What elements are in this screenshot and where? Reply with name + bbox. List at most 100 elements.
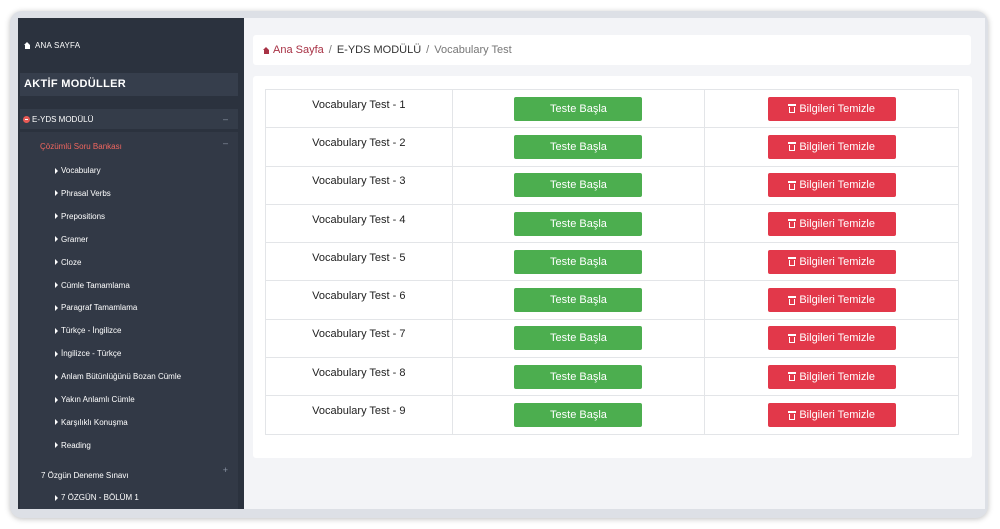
sidebar-item[interactable]: Reading: [55, 441, 91, 450]
caret-right-icon: [55, 236, 58, 243]
clear-cell: Bilgileri Temizle: [704, 165, 959, 205]
sidebar-module-label: E-YDS MODÜLÜ: [32, 114, 94, 124]
caret-right-icon: [55, 442, 58, 449]
caret-right-icon: [55, 494, 58, 501]
caret-right-icon: [55, 213, 58, 220]
sidebar-item[interactable]: Gramer: [55, 235, 88, 244]
caret-right-icon: [55, 419, 58, 426]
sidebar-item-label: Cloze: [61, 257, 82, 267]
tests-card: Vocabulary Test - 1 Teste Başla Bilgileri …: [253, 76, 972, 458]
trash-icon: [788, 257, 797, 267]
clear-data-label: Bilgileri Temizle: [799, 179, 875, 192]
start-test-button[interactable]: Teste Başla: [514, 211, 643, 236]
caret-right-icon: [55, 282, 58, 288]
caret-right-icon: [55, 304, 58, 311]
sidebar-item-label: Paragraf Tamamlama: [61, 303, 138, 313]
home-icon: [24, 42, 31, 49]
trash-icon: [788, 219, 797, 229]
sidebar-item[interactable]: Phrasal Verbs: [55, 189, 111, 198]
clear-cell: Bilgileri Temizle: [704, 318, 959, 359]
app-window: ANA SAYFA AKTİF MODÜLLER E-YDS MODÜLÜ – …: [18, 18, 985, 509]
table-row: Vocabulary Test - 4 Teste Başla Bilgileri …: [265, 203, 959, 244]
clear-cell: Bilgileri Temizle: [704, 357, 959, 397]
breadcrumb-module[interactable]: E-YDS MODÜLÜ: [337, 44, 421, 56]
start-test-button[interactable]: Teste Başla: [514, 173, 643, 198]
main-content: Ana Sayfa / E-YDS MODÜLÜ / Vocabulary Te…: [244, 18, 985, 509]
breadcrumb-home[interactable]: Ana Sayfa: [263, 44, 324, 56]
sidebar-item[interactable]: Türkçe - İngilizce: [55, 326, 121, 335]
test-name: Vocabulary Test - 7: [265, 318, 453, 359]
sidebar-item-label: Yakın Anlamlı Cümle: [61, 395, 135, 404]
sidebar-item[interactable]: Cloze: [55, 258, 81, 267]
start-cell: Teste Başla: [451, 127, 706, 167]
sidebar-item-label: Gramer: [61, 234, 89, 244]
clear-cell: Bilgileri Temizle: [704, 242, 959, 282]
sidebar-item-label: Prepositions: [61, 211, 106, 221]
sidebar-item[interactable]: İngilizce - Türkçe: [55, 349, 121, 358]
breadcrumb-home-label: Ana Sayfa: [273, 44, 324, 56]
sidebar-item[interactable]: Yakın Anlamlı Cümle: [55, 395, 135, 404]
start-cell: Teste Başla: [451, 242, 706, 282]
test-name: Vocabulary Test - 9: [265, 395, 453, 435]
sidebar-item[interactable]: Paragraf Tamamlama: [55, 303, 137, 312]
exam-expand-toggle[interactable]: +: [223, 465, 228, 475]
clear-data-button[interactable]: Bilgileri Temizle: [767, 364, 896, 389]
trash-icon: [788, 410, 797, 420]
table-row: Vocabulary Test - 7 Teste Başla Bilgileri …: [265, 318, 959, 359]
collapse-toggle[interactable]: –: [223, 114, 228, 124]
clear-data-button[interactable]: Bilgileri Temizle: [767, 326, 896, 351]
sidebar-item-label: Anlam Bütünlüğünü Bozan Cümle: [61, 372, 182, 382]
clear-data-button[interactable]: Bilgileri Temizle: [767, 96, 896, 121]
test-name: Vocabulary Test - 1: [265, 88, 453, 129]
clear-cell: Bilgileri Temizle: [704, 203, 959, 244]
clear-data-label: Bilgileri Temizle: [799, 255, 875, 268]
start-test-button[interactable]: Teste Başla: [514, 96, 643, 121]
start-test-button[interactable]: Teste Başla: [514, 134, 643, 159]
clear-cell: Bilgileri Temizle: [704, 395, 959, 435]
clear-data-button[interactable]: Bilgileri Temizle: [767, 173, 896, 198]
trash-icon: [788, 372, 797, 382]
start-cell: Teste Başla: [451, 88, 706, 129]
submenu-collapse-toggle[interactable]: –: [223, 138, 228, 148]
clear-data-button[interactable]: Bilgileri Temizle: [767, 403, 896, 428]
start-test-button[interactable]: Teste Başla: [514, 326, 643, 351]
clear-data-button[interactable]: Bilgileri Temizle: [767, 134, 896, 159]
test-name: Vocabulary Test - 3: [265, 165, 453, 205]
sidebar-exam-item-label: 7 ÖZGÜN - BÖLÜM 1: [61, 493, 139, 502]
clear-data-button[interactable]: Bilgileri Temizle: [767, 249, 896, 274]
start-test-button[interactable]: Teste Başla: [514, 364, 643, 389]
table-row: Vocabulary Test - 3 Teste Başla Bilgileri …: [265, 165, 959, 205]
trash-icon: [788, 333, 797, 343]
sidebar-submenu-exams[interactable]: 7 Özgün Deneme Sınavı +: [41, 465, 238, 480]
sidebar-item[interactable]: Prepositions: [55, 212, 105, 221]
sidebar-item-home[interactable]: ANA SAYFA: [24, 41, 80, 50]
caret-right-icon: [55, 396, 58, 403]
caret-right-icon: [55, 190, 58, 197]
start-test-button[interactable]: Teste Başla: [514, 288, 643, 313]
breadcrumb-separator: /: [328, 44, 332, 56]
sidebar-item[interactable]: Karşılıklı Konuşma: [55, 418, 128, 427]
sidebar-item[interactable]: Cümle Tamamlama: [55, 281, 130, 290]
minus-circle-icon: [23, 115, 30, 123]
sidebar-item[interactable]: Anlam Bütünlüğünü Bozan Cümle: [55, 372, 181, 381]
clear-data-label: Bilgileri Temizle: [799, 294, 875, 307]
trash-icon: [788, 104, 797, 114]
tests-table: Vocabulary Test - 1 Teste Başla Bilgileri …: [265, 88, 959, 435]
sidebar-module-eyds[interactable]: E-YDS MODÜLÜ –: [20, 109, 238, 129]
sidebar-submenu-question-bank[interactable]: Çözümlü Soru Bankası –: [40, 138, 238, 151]
start-test-button[interactable]: Teste Başla: [514, 403, 643, 428]
sidebar-item-label: Phrasal Verbs: [61, 188, 111, 198]
sidebar-item-label: Cümle Tamamlama: [61, 280, 130, 290]
clear-cell: Bilgileri Temizle: [704, 127, 959, 167]
clear-data-button[interactable]: Bilgileri Temizle: [767, 211, 896, 236]
clear-data-button[interactable]: Bilgileri Temizle: [767, 288, 896, 313]
test-name: Vocabulary Test - 2: [265, 127, 453, 167]
sidebar: ANA SAYFA AKTİF MODÜLLER E-YDS MODÜLÜ – …: [18, 18, 244, 509]
sidebar-item-exam-1[interactable]: 7 ÖZGÜN - BÖLÜM 1: [55, 493, 139, 502]
sidebar-item[interactable]: Vocabulary: [55, 166, 101, 175]
table-row: Vocabulary Test - 2 Teste Başla Bilgileri …: [265, 127, 959, 167]
clear-data-label: Bilgileri Temizle: [799, 370, 875, 383]
start-test-button[interactable]: Teste Başla: [514, 249, 643, 274]
sidebar-submenu-panel: [20, 132, 238, 509]
caret-right-icon: [55, 350, 58, 357]
